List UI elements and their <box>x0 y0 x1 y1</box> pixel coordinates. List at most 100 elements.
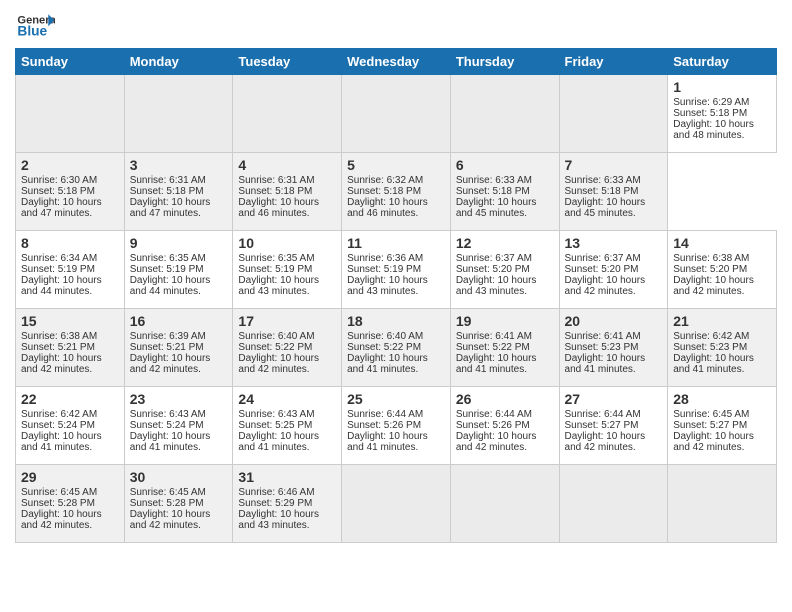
calendar-cell: 7Sunrise: 6:33 AMSunset: 5:18 PMDaylight… <box>559 153 668 231</box>
daylight-minutes: and 45 minutes. <box>456 208 527 219</box>
sunset-text: Sunset: 5:18 PM <box>565 186 639 197</box>
daylight-hours: Daylight: 10 hours <box>456 197 537 208</box>
daylight-minutes: and 42 minutes. <box>130 520 201 531</box>
sunset-text: Sunset: 5:18 PM <box>673 108 747 119</box>
sunset-text: Sunset: 5:18 PM <box>347 186 421 197</box>
calendar-cell: 20Sunrise: 6:41 AMSunset: 5:23 PMDayligh… <box>559 309 668 387</box>
sunset-text: Sunset: 5:18 PM <box>238 186 312 197</box>
sunrise-text: Sunrise: 6:43 AM <box>238 409 314 420</box>
daylight-hours: Daylight: 10 hours <box>130 431 211 442</box>
calendar-cell: 3Sunrise: 6:31 AMSunset: 5:18 PMDaylight… <box>124 153 233 231</box>
daylight-hours: Daylight: 10 hours <box>21 353 102 364</box>
sunrise-text: Sunrise: 6:44 AM <box>347 409 423 420</box>
sunrise-text: Sunrise: 6:45 AM <box>21 487 97 498</box>
sunrise-text: Sunrise: 6:45 AM <box>130 487 206 498</box>
sunrise-text: Sunrise: 6:31 AM <box>238 175 314 186</box>
sunrise-text: Sunrise: 6:38 AM <box>673 253 749 264</box>
daylight-minutes: and 45 minutes. <box>565 208 636 219</box>
day-header-friday: Friday <box>559 49 668 75</box>
daylight-hours: Daylight: 10 hours <box>565 275 646 286</box>
day-number: 3 <box>130 157 228 173</box>
daylight-hours: Daylight: 10 hours <box>21 275 102 286</box>
daylight-minutes: and 41 minutes. <box>130 442 201 453</box>
calendar-cell: 13Sunrise: 6:37 AMSunset: 5:20 PMDayligh… <box>559 231 668 309</box>
daylight-hours: Daylight: 10 hours <box>673 431 754 442</box>
daylight-minutes: and 44 minutes. <box>21 286 92 297</box>
daylight-minutes: and 42 minutes. <box>565 286 636 297</box>
sunset-text: Sunset: 5:28 PM <box>130 498 204 509</box>
daylight-minutes: and 47 minutes. <box>21 208 92 219</box>
sunset-text: Sunset: 5:18 PM <box>21 186 95 197</box>
sunrise-text: Sunrise: 6:44 AM <box>456 409 532 420</box>
day-number: 1 <box>673 79 771 95</box>
sunset-text: Sunset: 5:21 PM <box>130 342 204 353</box>
calendar-cell <box>450 75 559 153</box>
day-number: 26 <box>456 391 554 407</box>
day-number: 15 <box>21 313 119 329</box>
day-number: 24 <box>238 391 336 407</box>
day-number: 13 <box>565 235 663 251</box>
week-row-4: 15 Sunrise: 6:38 AM Sunset: 5:21 PM Dayligh… <box>16 309 777 387</box>
calendar-cell <box>450 465 559 543</box>
day-number: 25 <box>347 391 445 407</box>
sunset-text: Sunset: 5:27 PM <box>673 420 747 431</box>
daylight-minutes: and 42 minutes. <box>673 442 744 453</box>
calendar-cell: 17Sunrise: 6:40 AMSunset: 5:22 PMDayligh… <box>233 309 342 387</box>
daylight-hours: Daylight: 10 hours <box>673 353 754 364</box>
daylight-minutes: and 46 minutes. <box>238 208 309 219</box>
daylight-hours: Daylight: 10 hours <box>456 275 537 286</box>
daylight-minutes: and 47 minutes. <box>130 208 201 219</box>
daylight-minutes: and 43 minutes. <box>347 286 418 297</box>
sunset-text: Sunset: 5:22 PM <box>238 342 312 353</box>
day-header-tuesday: Tuesday <box>233 49 342 75</box>
daylight-hours: Daylight: 10 hours <box>238 353 319 364</box>
logo: General Blue <box>15 10 59 40</box>
daylight-hours: Daylight: 10 hours <box>456 431 537 442</box>
daylight-minutes: and 41 minutes. <box>238 442 309 453</box>
sunrise-text: Sunrise: 6:40 AM <box>238 331 314 342</box>
calendar-cell: 29Sunrise: 6:45 AMSunset: 5:28 PMDayligh… <box>16 465 125 543</box>
day-number: 12 <box>456 235 554 251</box>
daylight-minutes: and 42 minutes. <box>565 442 636 453</box>
logo-svg: General Blue <box>15 10 55 40</box>
calendar-cell: 11Sunrise: 6:36 AMSunset: 5:19 PMDayligh… <box>342 231 451 309</box>
calendar-cell: 9Sunrise: 6:35 AMSunset: 5:19 PMDaylight… <box>124 231 233 309</box>
daylight-hours: Daylight: 10 hours <box>565 431 646 442</box>
sunset-text: Sunset: 5:28 PM <box>21 498 95 509</box>
calendar-cell: 14Sunrise: 6:38 AMSunset: 5:20 PMDayligh… <box>668 231 777 309</box>
svg-text:Blue: Blue <box>17 24 47 39</box>
daylight-hours: Daylight: 10 hours <box>565 197 646 208</box>
week-row-2: 2Sunrise: 6:30 AMSunset: 5:18 PMDaylight… <box>16 153 777 231</box>
sunrise-text: Sunrise: 6:42 AM <box>673 331 749 342</box>
daylight-minutes: and 41 minutes. <box>673 364 744 375</box>
daylight-minutes: and 41 minutes. <box>21 442 92 453</box>
sunrise-text: Sunrise: 6:43 AM <box>130 409 206 420</box>
calendar-cell: 6Sunrise: 6:33 AMSunset: 5:18 PMDaylight… <box>450 153 559 231</box>
daylight-minutes: and 41 minutes. <box>456 364 527 375</box>
sunrise-text: Sunrise: 6:42 AM <box>21 409 97 420</box>
day-number: 30 <box>130 469 228 485</box>
sunrise-text: Sunrise: 6:46 AM <box>238 487 314 498</box>
week-row-6: 29Sunrise: 6:45 AMSunset: 5:28 PMDayligh… <box>16 465 777 543</box>
day-number: 20 <box>565 313 663 329</box>
daylight-minutes: and 43 minutes. <box>456 286 527 297</box>
sunset-text: Sunset: 5:18 PM <box>130 186 204 197</box>
daylight-minutes: and 46 minutes. <box>347 208 418 219</box>
day-number: 6 <box>456 157 554 173</box>
sunset-text: Sunset: 5:23 PM <box>673 342 747 353</box>
sunrise-text: Sunrise: 6:41 AM <box>456 331 532 342</box>
daylight-hours: Daylight: 10 hours <box>238 431 319 442</box>
calendar-container: General Blue SundayMondayTuesdayWednesda… <box>0 0 792 553</box>
sunrise-text: Sunrise: 6:37 AM <box>456 253 532 264</box>
calendar-cell: 30Sunrise: 6:45 AMSunset: 5:28 PMDayligh… <box>124 465 233 543</box>
day-number: 28 <box>673 391 771 407</box>
sunset-text: Sunset: 5:24 PM <box>21 420 95 431</box>
calendar-cell: 22Sunrise: 6:42 AMSunset: 5:24 PMDayligh… <box>16 387 125 465</box>
sunrise-text: Sunrise: 6:31 AM <box>130 175 206 186</box>
day-number: 16 <box>130 313 228 329</box>
calendar-cell: 2Sunrise: 6:30 AMSunset: 5:18 PMDaylight… <box>16 153 125 231</box>
sunrise-text: Sunrise: 6:32 AM <box>347 175 423 186</box>
daylight-hours: Daylight: 10 hours <box>347 275 428 286</box>
sunrise-text: Sunrise: 6:38 AM <box>21 331 97 342</box>
calendar-cell: 15Sunrise: 6:38 AMSunset: 5:21 PMDayligh… <box>16 309 125 387</box>
